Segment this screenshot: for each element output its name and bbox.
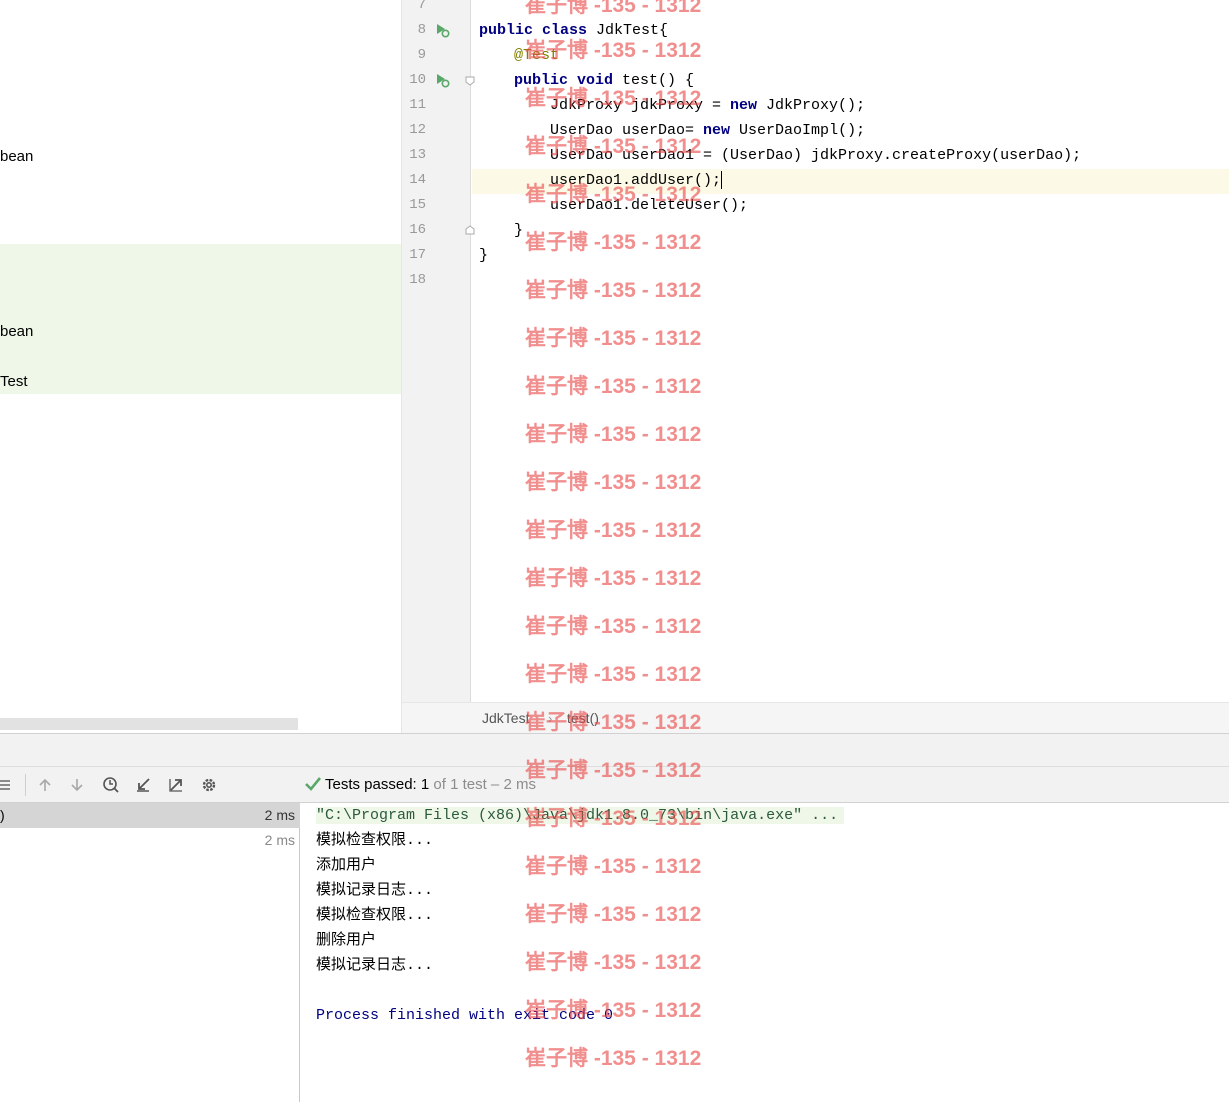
line-number: 10 — [409, 72, 426, 88]
run-test-class-icon[interactable] — [434, 22, 450, 38]
run-test-method-icon[interactable] — [434, 72, 450, 88]
next-failed-test-icon[interactable] — [67, 775, 87, 795]
line-number: 14 — [409, 172, 426, 188]
tests-passed-label: Tests passed: — [325, 776, 421, 793]
console-line: 模拟检查权限... — [316, 907, 434, 924]
settings-gear-icon[interactable] — [199, 775, 219, 795]
export-tests-icon[interactable] — [166, 775, 186, 795]
tests-passed-count: 1 — [420, 776, 430, 793]
line-number: 16 — [409, 222, 426, 238]
breadcrumb: JdkTest › test() — [402, 702, 1229, 733]
line-number: 17 — [409, 247, 426, 263]
import-tests-icon[interactable] — [133, 775, 153, 795]
line-number: 13 — [409, 147, 426, 163]
tree-selection-highlight — [0, 244, 401, 394]
editor-gutter: 7 8 9 10 11 12 13 14 15 16 17 18 — [402, 0, 475, 702]
test-history-icon[interactable] — [101, 775, 121, 795]
horizontal-scrollbar[interactable] — [0, 718, 298, 730]
line-number: 9 — [417, 47, 426, 63]
code-line: userDao1.deleteUser(); — [550, 193, 748, 218]
test-duration: 2 ms — [264, 807, 295, 823]
line-number: 8 — [417, 22, 426, 38]
code-text: } — [514, 222, 524, 239]
code-text: JdkTest{ — [587, 22, 669, 39]
keyword: public class — [479, 22, 588, 39]
code-line: UserDao userDao1 = (UserDao) jdkProxy.cr… — [550, 143, 1081, 168]
keyword: new — [703, 122, 731, 139]
code-line: public void test() { — [514, 68, 694, 93]
code-text: UserDaoImpl(); — [730, 122, 866, 139]
console-line: 删除用户 — [316, 932, 377, 949]
test-row[interactable]: 2 ms — [0, 828, 300, 853]
code-line: public class JdkTest{ — [479, 18, 668, 43]
text-caret — [721, 171, 723, 190]
breadcrumb-method[interactable]: test() — [567, 703, 599, 734]
project-tree-panel: bean bean Test — [0, 0, 401, 733]
line-number: 12 — [409, 122, 426, 138]
code-line: } — [479, 243, 488, 268]
code-line: } — [514, 218, 523, 243]
code-text: userDao1.addUser(); — [550, 172, 722, 189]
console-line: 模拟记录日志... — [316, 882, 434, 899]
toolbar-separator — [25, 774, 26, 796]
test-results-tree: ) 2 ms 2 ms — [0, 803, 300, 1102]
previous-failed-test-icon[interactable] — [35, 775, 55, 795]
test-duration: 2 ms — [264, 832, 295, 848]
console-command-line: "C:\Program Files (x86)\Java\jdk1.8.0_73… — [316, 807, 845, 824]
keyword: public void — [514, 72, 614, 89]
test-row[interactable]: ) 2 ms — [0, 803, 300, 828]
checkmark-icon — [305, 777, 322, 791]
run-tool-window-header — [0, 733, 1229, 767]
console-line: 添加用户 — [316, 857, 377, 874]
tests-summary: of 1 test – 2 ms — [429, 776, 536, 793]
annotation: @Test — [514, 47, 560, 64]
code-text: userDao1.deleteUser(); — [550, 197, 749, 214]
run-toolbar: Tests passed: 1 of 1 test – 2 ms — [0, 767, 1229, 803]
keyword: new — [730, 97, 758, 114]
code-line: @Test — [514, 43, 559, 68]
code-text: UserDao userDao= — [550, 122, 704, 139]
code-text: test() { — [613, 72, 695, 89]
code-text: JdkProxy(); — [757, 97, 866, 114]
test-status: Tests passed: 1 of 1 test – 2 ms — [305, 767, 536, 803]
code-text: UserDao userDao1 = (UserDao) jdkProxy.cr… — [550, 147, 1082, 164]
code-editor[interactable]: 7 8 9 10 11 12 13 14 15 16 17 18 public … — [401, 0, 1229, 733]
breadcrumb-separator: › — [548, 711, 553, 726]
code-text: } — [479, 247, 489, 264]
code-line: UserDao userDao= new UserDaoImpl(); — [550, 118, 865, 143]
collapse-all-icon[interactable] — [0, 775, 14, 795]
code-line: JdkProxy jdkProxy = new JdkProxy(); — [550, 93, 865, 118]
console-line: 模拟检查权限... — [316, 832, 434, 849]
code-text: JdkProxy jdkProxy = — [550, 97, 731, 114]
test-name: ) — [0, 807, 5, 823]
tree-item[interactable]: Test — [0, 369, 28, 394]
console-exit-line: Process finished with exit code 0 — [316, 1007, 614, 1024]
fold-icon[interactable] — [465, 225, 475, 235]
line-number: 15 — [409, 197, 426, 213]
fold-icon[interactable] — [465, 76, 475, 86]
console-output[interactable]: "C:\Program Files (x86)\Java\jdk1.8.0_73… — [301, 803, 1229, 1102]
line-number: 18 — [409, 272, 426, 288]
code-line: userDao1.addUser(); — [550, 168, 723, 193]
tree-item[interactable]: bean — [0, 144, 33, 169]
line-number: 7 — [417, 0, 426, 13]
line-number: 11 — [409, 97, 426, 113]
breadcrumb-class[interactable]: JdkTest — [482, 703, 529, 734]
tree-item[interactable]: bean — [0, 319, 33, 344]
console-line: 模拟记录日志... — [316, 957, 434, 974]
